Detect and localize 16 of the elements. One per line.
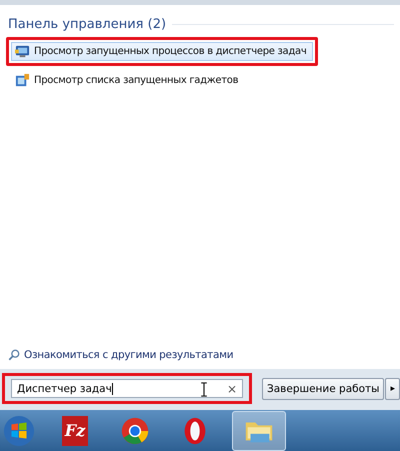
more-results-text: Ознакомиться с другими результатами xyxy=(24,349,234,361)
more-results-link[interactable]: Ознакомиться с другими результатами xyxy=(0,349,242,369)
result-item[interactable]: Просмотр списка запущенных гаджетов xyxy=(11,71,246,90)
monitor-icon xyxy=(15,44,30,59)
filezilla-icon: Fz xyxy=(62,416,88,446)
result-item[interactable]: Просмотр запущенных процессов в диспетчере задач xyxy=(11,42,314,61)
clear-button[interactable]: × xyxy=(226,382,237,396)
shutdown-options-button[interactable]: ▸ xyxy=(385,378,400,400)
shutdown-button[interactable]: Завершение работы xyxy=(262,378,384,400)
taskbar-button[interactable]: Fz xyxy=(52,410,98,450)
results-heading: Панель управления (2) xyxy=(8,17,166,32)
gadget-icon xyxy=(15,73,30,88)
search-icon xyxy=(8,349,20,361)
search-field[interactable]: Диспетчер задач × xyxy=(11,379,243,398)
start-orb-icon xyxy=(3,414,35,446)
text-cursor-icon xyxy=(200,382,208,397)
